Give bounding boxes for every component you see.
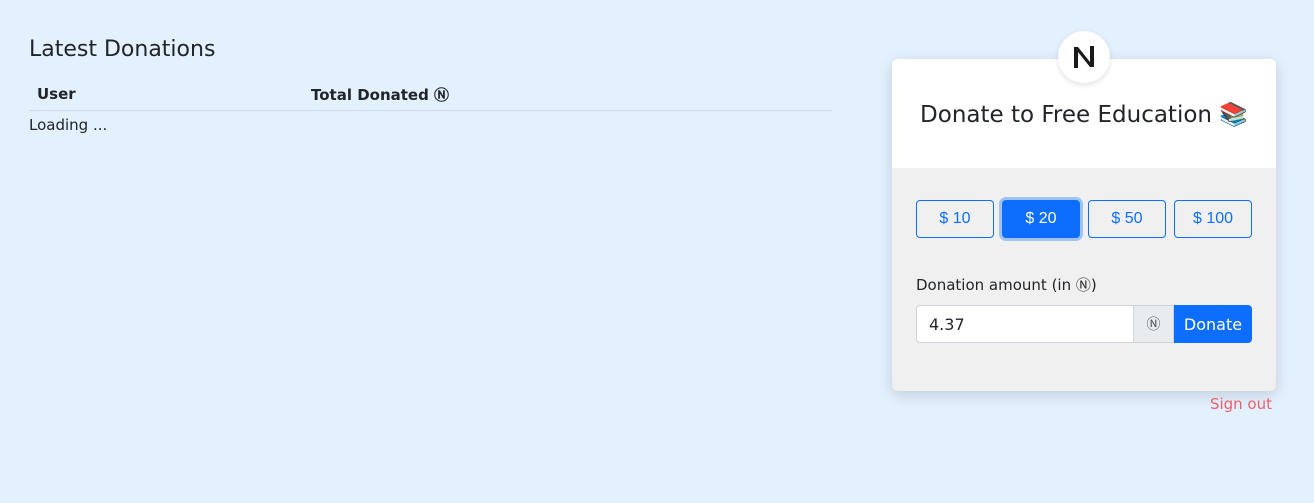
preset-amounts: $ 10 $ 20 $ 50 $ 100 bbox=[916, 200, 1252, 238]
donation-amount-input[interactable] bbox=[916, 305, 1134, 343]
near-logo-glyph bbox=[1074, 46, 1094, 68]
column-header-total-donated: Total Donated Ⓝ bbox=[311, 85, 450, 104]
page: Latest Donations User Total Donated Ⓝ Lo… bbox=[0, 0, 1314, 503]
near-logo-icon bbox=[1058, 31, 1110, 83]
donate-card-title: Donate to Free Education 📚 bbox=[920, 102, 1248, 128]
near-currency-addon: Ⓝ bbox=[1134, 305, 1174, 343]
sign-out-link[interactable]: Sign out bbox=[1210, 395, 1272, 413]
preset-50-button[interactable]: $ 50 bbox=[1088, 200, 1166, 238]
loading-text: Loading ... bbox=[29, 116, 108, 134]
column-header-user: User bbox=[37, 85, 76, 103]
donate-button[interactable]: Donate bbox=[1174, 305, 1252, 343]
donation-amount-label: Donation amount (in Ⓝ) bbox=[916, 276, 1097, 294]
donation-input-group: Ⓝ Donate bbox=[916, 305, 1252, 343]
latest-donations-section: Latest Donations User Total Donated Ⓝ Lo… bbox=[29, 36, 832, 135]
preset-10-button[interactable]: $ 10 bbox=[916, 200, 994, 238]
preset-100-button[interactable]: $ 100 bbox=[1174, 200, 1252, 238]
latest-donations-title: Latest Donations bbox=[29, 37, 216, 62]
preset-20-button[interactable]: $ 20 bbox=[1002, 200, 1080, 238]
donate-card: Donate to Free Education 📚 $ 10 $ 20 $ 5… bbox=[892, 31, 1276, 391]
donations-table-header: User Total Donated Ⓝ bbox=[29, 78, 832, 111]
